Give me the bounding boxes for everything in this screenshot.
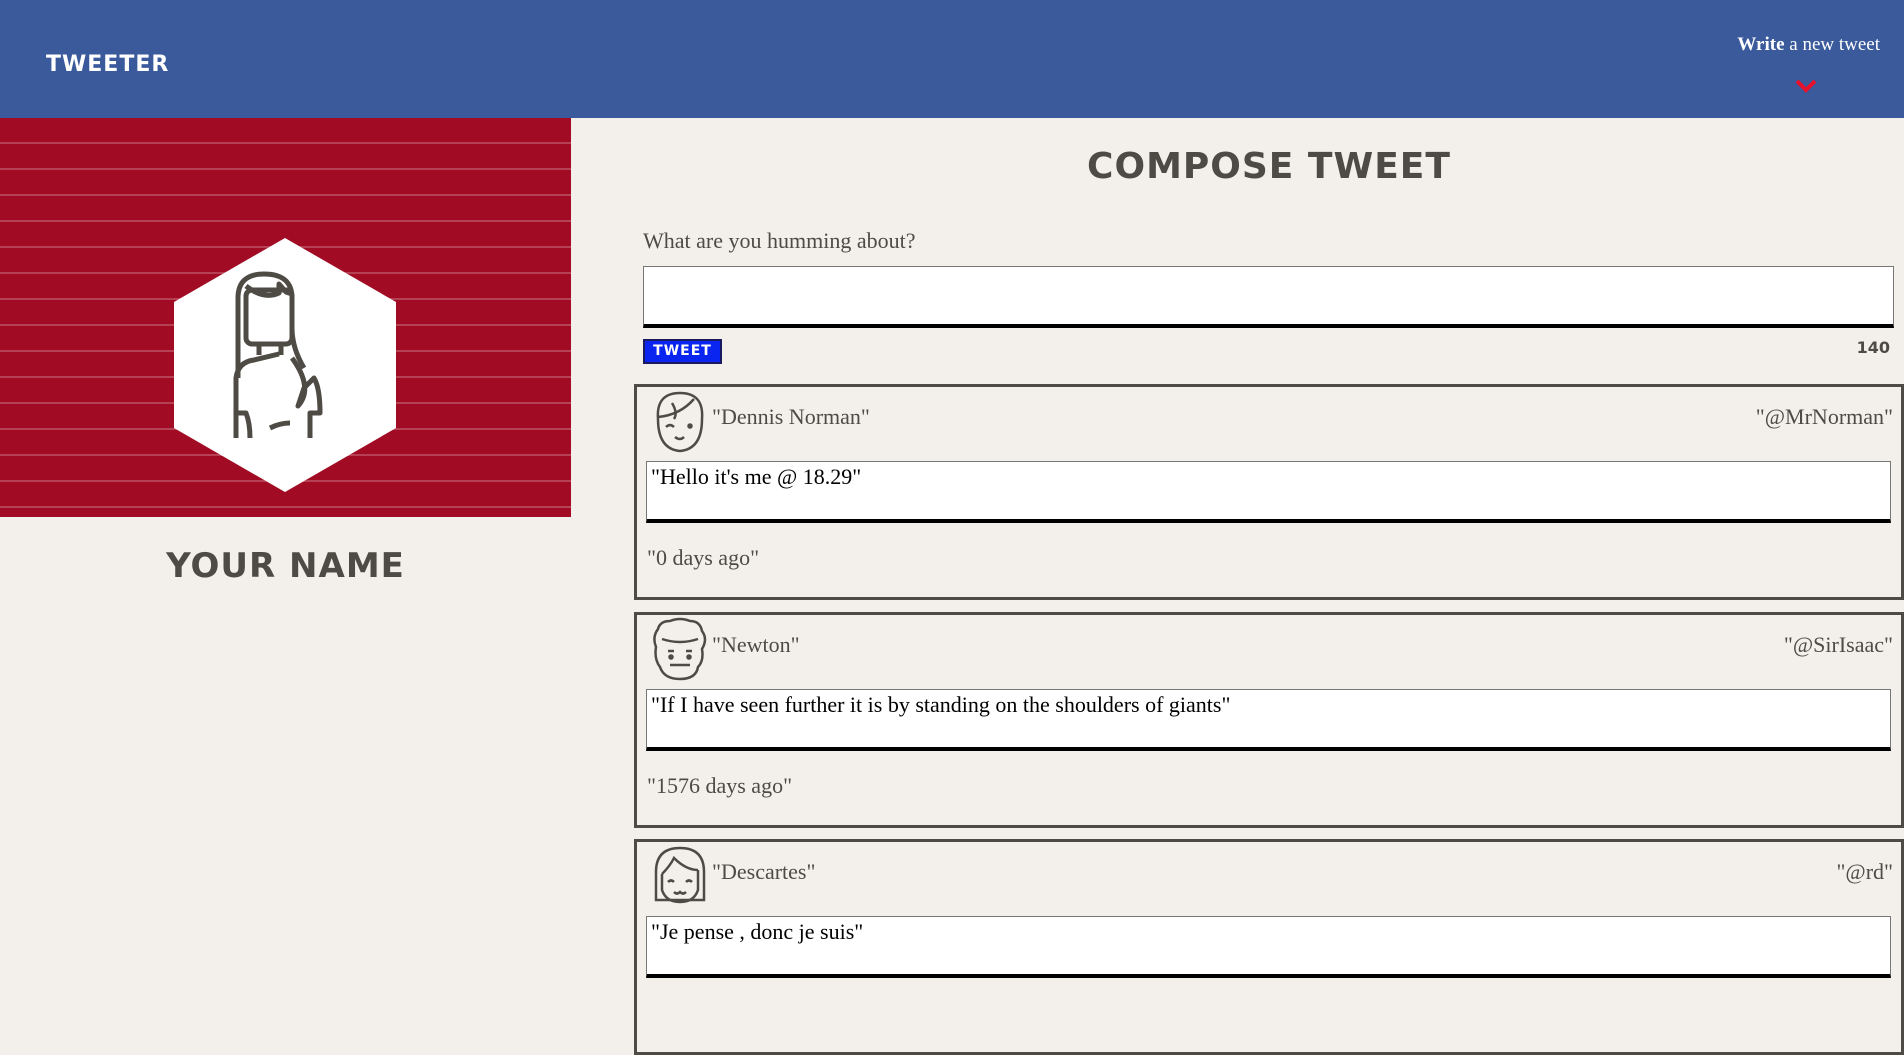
char-counter: 140 — [1856, 338, 1890, 357]
compose-label: What are you humming about? — [643, 228, 916, 253]
tweet-timestamp: "0 days ago" — [647, 545, 760, 570]
profile-name: YOUR NAME — [166, 546, 405, 586]
logo[interactable]: TWEETER — [46, 52, 169, 77]
tweet-author-handle[interactable]: "@MrNorman" — [1756, 404, 1893, 430]
tweet-card: "Newton" "@SirIsaac" "If I have seen fur… — [634, 612, 1904, 828]
chevron-down-icon[interactable] — [1794, 78, 1818, 94]
profile-panel: YOUR NAME — [0, 118, 571, 586]
tweet-author-name: "Descartes" — [712, 859, 816, 884]
tweet-timestamp: "1576 days ago" — [647, 773, 793, 798]
tweet-card: "Descartes" "@rd" "Je pense , donc je su… — [634, 839, 1904, 1055]
write-bold: Write — [1737, 34, 1785, 55]
tweet-author-name: "Dennis Norman" — [712, 404, 870, 429]
tweet-text[interactable]: "Hello it's me @ 18.29" — [646, 461, 1891, 523]
tweet-author-handle[interactable]: "@SirIsaac" — [1784, 632, 1893, 658]
tweet-card: "Dennis Norman" "@MrNorman" "Hello it's … — [634, 384, 1904, 600]
tweet-author-name: "Newton" — [712, 632, 800, 657]
curly-hair-avatar-icon — [653, 617, 707, 681]
page-title: COMPOSE TWEET — [1087, 146, 1451, 187]
compose-tweet-input[interactable] — [643, 266, 1894, 328]
tweet-text[interactable]: "If I have seen further it is by standin… — [646, 689, 1891, 751]
tweet-author-handle[interactable]: "@rd" — [1836, 859, 1893, 885]
boy-avatar-icon — [656, 391, 704, 453]
tweet-button[interactable]: TWEET — [643, 339, 722, 364]
profile-avatar — [174, 238, 396, 492]
bob-hair-avatar-icon — [654, 846, 706, 904]
write-rest: a new tweet — [1784, 34, 1880, 55]
tweet-text[interactable]: "Je pense , donc je suis" — [646, 916, 1891, 978]
write-new-tweet-link[interactable]: Write a new tweet — [1737, 34, 1880, 56]
top-nav: TWEETER Write a new tweet — [0, 0, 1904, 118]
